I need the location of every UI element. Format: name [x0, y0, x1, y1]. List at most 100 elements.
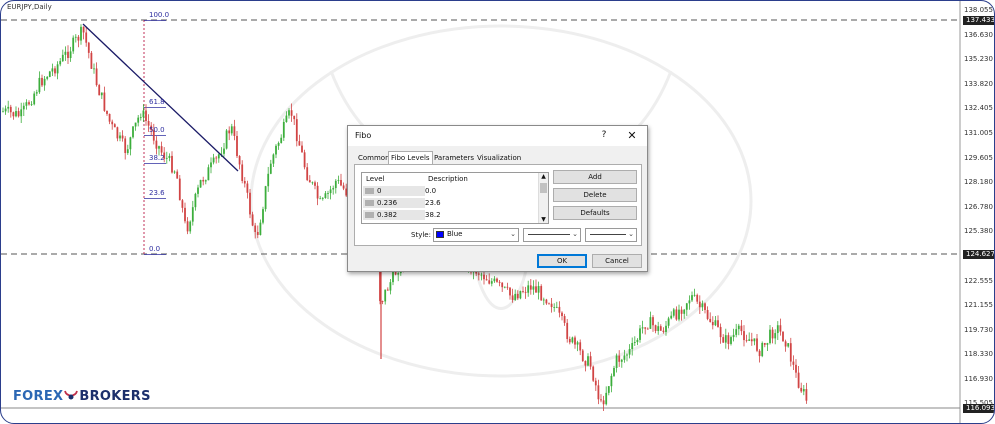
candle-body: [613, 367, 615, 376]
candle-body: [696, 294, 699, 302]
candle-body: [639, 328, 641, 340]
dialog-titlebar[interactable]: Fibo ? ✕: [348, 126, 647, 146]
candle-body: [293, 115, 296, 120]
candle-body: [194, 193, 197, 208]
candle-body: [485, 279, 488, 281]
price-axis-label: 135.230: [964, 55, 993, 64]
candle-body: [644, 327, 647, 329]
grip-icon: [365, 188, 374, 194]
candle-body: [176, 171, 179, 179]
table-row[interactable]: 0.236 23.6: [362, 198, 538, 209]
candle-body: [51, 68, 54, 72]
candle-body: [223, 148, 225, 154]
candle-body: [701, 303, 704, 308]
candle-body: [259, 222, 262, 235]
candle-body: [230, 126, 233, 134]
candle-body: [654, 325, 657, 331]
candle-body: [735, 329, 738, 335]
help-button[interactable]: ?: [598, 130, 610, 140]
candle-body: [17, 111, 20, 117]
candle-body: [132, 126, 134, 138]
symbol-label: EURJPY,Daily: [7, 3, 52, 11]
candle-body: [217, 154, 220, 159]
candle-body: [607, 386, 610, 393]
candle-body: [558, 306, 561, 313]
levels-table[interactable]: Level Description 0 0.0 0.236 23.6 0.382…: [361, 172, 549, 224]
candle-body: [129, 137, 132, 150]
candle-body: [779, 325, 782, 332]
candle-body: [532, 286, 535, 290]
table-row[interactable]: 0.382 38.2: [362, 210, 538, 221]
tab-parameters[interactable]: Parameters: [432, 153, 476, 164]
candle-body: [116, 127, 119, 139]
grip-icon: [365, 212, 374, 218]
candle-body: [761, 342, 764, 357]
candle-body: [714, 320, 717, 326]
table-scrollbar[interactable]: ▲ ▼: [538, 173, 548, 223]
candle-body: [496, 278, 498, 282]
candle-body: [87, 42, 90, 53]
candle-body: [774, 333, 777, 339]
candle-body: [685, 303, 688, 310]
tab-fibo-levels[interactable]: Fibo Levels: [388, 151, 433, 165]
candle-body: [316, 185, 319, 199]
candle-body: [69, 51, 72, 59]
description-cell[interactable]: 0.0: [425, 187, 436, 195]
tab-common[interactable]: Common: [356, 153, 392, 164]
candle-body: [623, 355, 626, 360]
candle-body: [25, 102, 28, 106]
candle-body: [483, 274, 485, 280]
candle-body: [280, 137, 283, 143]
candle-body: [594, 380, 597, 386]
candle-body: [511, 295, 514, 300]
candle-body: [204, 180, 207, 182]
candle-body: [683, 309, 686, 314]
description-cell[interactable]: 23.6: [425, 199, 441, 207]
defaults-button[interactable]: Defaults: [553, 206, 637, 220]
candle-body: [800, 387, 803, 392]
candle-body: [93, 68, 95, 70]
delete-button[interactable]: Delete: [553, 188, 637, 202]
cancel-button[interactable]: Cancel: [592, 254, 642, 268]
candle-body: [636, 339, 639, 343]
candle-body: [802, 389, 805, 392]
candle-body: [771, 329, 774, 339]
candle-body: [95, 68, 98, 86]
candle-body: [59, 61, 62, 65]
candle-body: [665, 325, 667, 332]
candle-body: [215, 157, 218, 159]
close-icon[interactable]: ✕: [626, 129, 638, 142]
tab-visualization[interactable]: Visualization: [475, 153, 523, 164]
candle-body: [631, 342, 634, 350]
color-select[interactable]: Blue ⌄: [433, 228, 519, 242]
candle-body: [678, 309, 680, 320]
candle-body: [238, 156, 241, 165]
candle-body: [797, 372, 800, 388]
candle-body: [160, 146, 163, 153]
candle-body: [20, 109, 23, 117]
table-row[interactable]: 0 0.0: [362, 186, 538, 197]
line-style-select[interactable]: ⌄: [523, 228, 581, 242]
candle-body: [35, 92, 38, 94]
description-cell[interactable]: 38.2: [425, 211, 441, 219]
scroll-down-icon[interactable]: ▼: [540, 216, 547, 223]
price-axis-label: 122.555: [964, 276, 993, 285]
bull-logo-icon: [64, 390, 79, 400]
line-style-sample: [528, 234, 570, 235]
ok-button[interactable]: OK: [537, 254, 587, 268]
add-button[interactable]: Add: [553, 170, 637, 184]
candle-body: [795, 364, 797, 373]
candle-body: [381, 301, 384, 302]
candle-body: [719, 326, 722, 338]
line-width-select[interactable]: ⌄: [585, 228, 637, 242]
candle-body: [243, 180, 246, 184]
candle-body: [641, 327, 644, 329]
candle-body: [56, 64, 59, 74]
fibo-level-lines[interactable]: [144, 20, 166, 255]
col-header-description: Description: [428, 175, 468, 183]
scroll-thumb[interactable]: [540, 183, 547, 193]
scroll-up-icon[interactable]: ▲: [540, 173, 547, 180]
candle-body: [103, 92, 106, 111]
price-axis-label: 118.330: [964, 350, 993, 359]
candle-body: [155, 140, 158, 149]
